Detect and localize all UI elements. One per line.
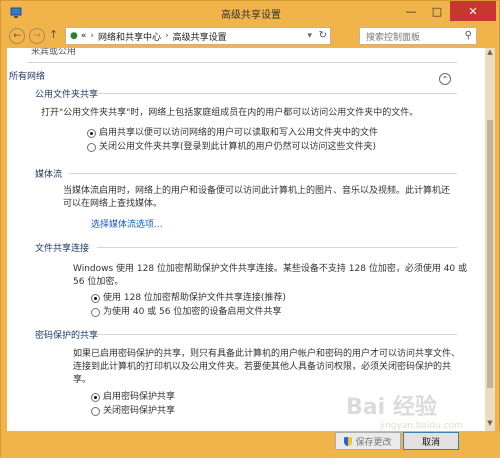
file-sharing-title: 文件共享连接	[35, 244, 90, 254]
public-folder-title: 公用文件夹共享	[35, 90, 99, 100]
password-description-line: 连接到此计算机的打印机以及公用文件夹。若要使其他人具备访问权限，必须关闭密码保护…	[73, 362, 452, 372]
public-folder-enable-radio[interactable]	[87, 129, 96, 138]
media-description-line: 可以在网络上查找媒体。	[63, 199, 163, 209]
arrow-right-icon: →	[33, 31, 41, 41]
save-changes-button[interactable]: 保存更改	[335, 432, 401, 450]
navigation-bar: ← → ↑ ● « › 网络和共享中心 › 高级共享设置 ▾ ↻ 搜索控制面板 …	[1, 25, 500, 47]
password-disable-radio[interactable]	[91, 407, 100, 416]
media-title: 媒体流	[35, 170, 63, 180]
divider	[27, 62, 457, 63]
breadcrumb-network-center[interactable]: 网络和共享中心	[98, 30, 161, 43]
save-changes-label: 保存更改	[355, 437, 392, 448]
minimize-button[interactable]: —	[398, 1, 424, 21]
breadcrumb-advanced-sharing[interactable]: 高级共享设置	[173, 30, 227, 43]
vertical-scrollbar[interactable]: ▲ ▼	[485, 48, 495, 431]
password-description-line: 享。	[73, 375, 92, 385]
watermark-brand: Bai 经验	[346, 395, 437, 420]
forward-button[interactable]: →	[29, 28, 45, 44]
maximize-button[interactable]: □	[424, 1, 450, 21]
title-bar: 高级共享设置 — □ ✕	[1, 1, 500, 25]
password-title: 密码保护的共享	[35, 331, 99, 341]
breadcrumb-overflow[interactable]: «	[81, 31, 87, 41]
search-placeholder: 搜索控制面板	[366, 32, 421, 43]
refresh-icon[interactable]: ↻	[319, 30, 327, 41]
collapse-icon[interactable]: ⌃	[439, 73, 451, 85]
divider	[97, 334, 457, 335]
file-sharing-description-line: Windows 使用 128 位加密帮助保护文件共享连接。某些设备不支持 128…	[73, 264, 468, 274]
all-networks-header[interactable]: 所有网络	[9, 69, 45, 82]
up-button[interactable]: ↑	[49, 28, 58, 41]
shield-icon	[344, 436, 353, 446]
watermark-url: jingyan.baidu.com	[380, 421, 464, 431]
encryption-128-radio[interactable]	[91, 294, 100, 303]
encryption-40-56-label[interactable]: 为使用 40 或 56 位加密的设备启用文件共享	[103, 306, 281, 319]
scroll-up-icon[interactable]: ▲	[485, 48, 495, 60]
scrollbar-thumb[interactable]	[487, 120, 493, 388]
breadcrumb-separator: ›	[90, 31, 94, 41]
divider	[97, 93, 457, 94]
close-button[interactable]: ✕	[450, 1, 496, 21]
password-disable-label[interactable]: 关闭密码保护共享	[103, 405, 175, 418]
media-options-link[interactable]: 选择媒体流选项...	[91, 217, 163, 230]
file-sharing-description-line: 56 位加密。	[73, 277, 124, 287]
encryption-40-56-radio[interactable]	[91, 308, 100, 317]
settings-panel: 来宾或公用 所有网络 ⌃ 公用文件夹共享 打开"公用文件夹共享"时，网络上包括家…	[7, 48, 485, 431]
back-button[interactable]: ←	[9, 28, 25, 44]
partial-section-header: 来宾或公用	[31, 48, 77, 57]
arrow-up-icon: ↑	[49, 28, 59, 41]
search-input[interactable]: 搜索控制面板 ⚲	[359, 27, 477, 45]
search-icon[interactable]: ⚲	[465, 30, 472, 41]
divider	[97, 247, 457, 248]
window: 高级共享设置 — □ ✕ ← → ↑ ● « › 网络和共享中心 › 高级共享设…	[0, 0, 500, 458]
encryption-128-label[interactable]: 使用 128 位加密帮助保护文件共享连接(推荐)	[103, 292, 286, 305]
address-bar[interactable]: ● « › 网络和共享中心 › 高级共享设置 ▾ ↻	[65, 27, 331, 45]
password-enable-label[interactable]: 启用密码保护共享	[103, 391, 175, 404]
footer: 保存更改 取消	[1, 431, 500, 458]
public-folder-disable-radio[interactable]	[87, 143, 96, 152]
media-description-line: 当媒体流启用时，网络上的用户和设备便可以访问此计算机上的图片、音乐以及视频。此计…	[63, 186, 451, 196]
public-folder-description: 打开"公用文件夹共享"时，网络上包括家庭组成员在内的用户都可以访问公用文件夹中的…	[41, 108, 419, 118]
public-folder-enable-label[interactable]: 启用共享以便可以访问网络的用户可以读取和写入公用文件夹中的文件	[99, 127, 378, 140]
password-enable-radio[interactable]	[91, 393, 100, 402]
watermark: Bai 经验 jingyan.baidu.com	[346, 389, 476, 431]
network-icon: ●	[70, 31, 78, 41]
chevron-down-icon[interactable]: ▾	[307, 31, 312, 41]
breadcrumb-separator: ›	[165, 31, 169, 41]
public-folder-disable-label[interactable]: 关闭公用文件夹共享(登录到此计算机的用户仍然可以访问这些文件夹)	[99, 141, 376, 154]
cancel-button[interactable]: 取消	[403, 432, 459, 450]
arrow-left-icon: ←	[13, 31, 21, 41]
divider	[69, 173, 457, 174]
password-description-line: 如果已启用密码保护的共享，则只有具备此计算机的用户帐户和密码的用户才可以访问共享…	[73, 349, 461, 359]
cancel-label: 取消	[421, 437, 440, 448]
scroll-down-icon[interactable]: ▼	[485, 419, 495, 431]
